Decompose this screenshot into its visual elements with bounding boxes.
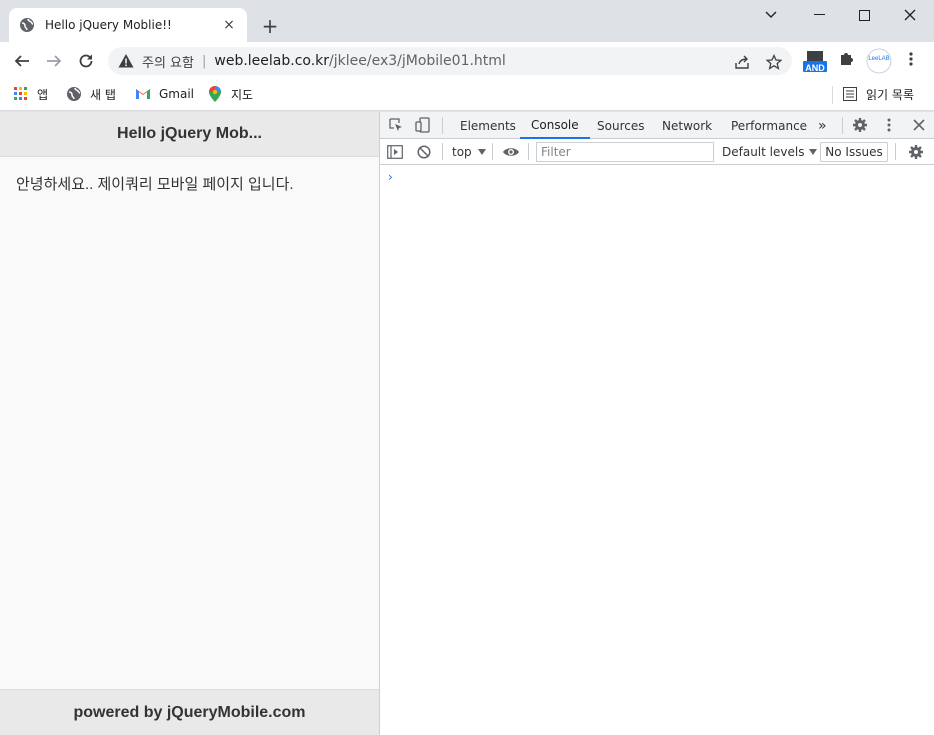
- page-header-title: Hello jQuery Mob...: [117, 125, 262, 142]
- devtools-tabbar: Elements Console Sources Network Perform…: [380, 112, 934, 139]
- page-footer: powered by jQueryMobile.com: [0, 689, 379, 735]
- bookmark-gmail-label: Gmail: [159, 87, 195, 101]
- menu-kebab-icon[interactable]: [906, 50, 916, 72]
- tab-performance[interactable]: Performance: [731, 112, 807, 139]
- tab-close-icon[interactable]: ×: [221, 17, 237, 33]
- tabbar-divider: [442, 117, 443, 134]
- back-arrow-icon[interactable]: [10, 49, 34, 73]
- device-toolbar-icon[interactable]: [414, 116, 432, 134]
- tab-console[interactable]: Console: [520, 112, 590, 139]
- and-extension-icon[interactable]: AND: [802, 48, 828, 78]
- issues-button[interactable]: No Issues: [820, 142, 888, 162]
- context-label: top: [452, 145, 472, 159]
- live-expression-eye-icon[interactable]: [502, 143, 520, 161]
- console-divider: [442, 143, 443, 160]
- context-selector[interactable]: top: [452, 143, 486, 161]
- sidebar-toggle-icon[interactable]: [387, 143, 403, 161]
- bookmark-maps[interactable]: 지도: [207, 84, 253, 104]
- filter-input[interactable]: Filter: [536, 142, 714, 162]
- clear-console-icon[interactable]: [417, 143, 431, 161]
- profile-avatar[interactable]: LeeLAB: [866, 48, 892, 78]
- url-host: web.leelab.co.kr: [214, 53, 330, 69]
- inspect-element-icon[interactable]: [387, 116, 405, 134]
- page-footer-text: powered by jQueryMobile.com: [73, 703, 306, 721]
- url-path: /jklee/ex3/jMobile01.html: [329, 53, 506, 69]
- devtools-panel: Elements Console Sources Network Perform…: [380, 112, 934, 735]
- reading-list-icon: [842, 86, 858, 102]
- bookmark-new-tab[interactable]: 새 탭: [66, 84, 116, 104]
- bookmark-apps-label: 앱: [37, 87, 49, 102]
- issues-label: No Issues: [825, 145, 883, 159]
- warning-icon[interactable]: [118, 53, 134, 69]
- console-toolbar: top Filter Default levels No Issues: [380, 139, 934, 165]
- filter-placeholder: Filter: [541, 145, 571, 159]
- devtools-menu-icon[interactable]: [880, 116, 898, 134]
- forward-arrow-icon[interactable]: [42, 49, 66, 73]
- tab-search-icon[interactable]: [756, 6, 786, 24]
- more-tabs-button[interactable]: »: [818, 112, 827, 139]
- bookmarks-bar: 앱 새 탭 Gmail 지도 읽기 목록: [0, 80, 934, 111]
- log-levels-label: Default levels: [722, 145, 805, 159]
- share-icon[interactable]: [733, 53, 751, 71]
- maps-pin-icon: [207, 86, 223, 102]
- apps-grid-icon: [13, 86, 29, 102]
- tab-sources[interactable]: Sources: [597, 112, 644, 139]
- console-divider-2: [492, 143, 493, 160]
- globe-icon: [19, 17, 35, 33]
- bookmark-maps-label: 지도: [231, 87, 254, 102]
- reading-list[interactable]: 읽기 목록: [842, 84, 914, 104]
- extensions-puzzle-icon[interactable]: [838, 50, 856, 72]
- console-divider-3: [528, 143, 529, 160]
- bookmarks-divider: [832, 86, 833, 104]
- tab-elements[interactable]: Elements: [460, 112, 516, 139]
- page-content-text: 안녕하세요.. 제이쿼리 모바일 페이지 입니다.: [16, 176, 294, 193]
- close-window-icon[interactable]: [895, 6, 925, 24]
- tabbar-divider-2: [842, 117, 843, 134]
- browser-tab[interactable]: Hello jQuery Moblie!! ×: [9, 8, 247, 42]
- reload-icon[interactable]: [74, 49, 98, 73]
- console-settings-gear-icon[interactable]: [908, 143, 924, 161]
- maximize-icon[interactable]: [849, 6, 879, 24]
- bookmark-new-tab-label: 새 탭: [90, 87, 116, 102]
- minimize-icon[interactable]: [804, 6, 834, 24]
- browser-toolbar: 주의 요함 | web.leelab.co.kr/jklee/ex3/jMobi…: [0, 42, 934, 80]
- page-content: 안녕하세요.. 제이쿼리 모바일 페이지 입니다.: [0, 157, 379, 210]
- tab-network[interactable]: Network: [662, 112, 712, 139]
- globe-icon: [66, 86, 82, 102]
- console-prompt[interactable]: ›: [388, 170, 393, 184]
- log-levels-dropdown[interactable]: Default levels: [722, 143, 818, 161]
- profile-avatar-label: LeeLAB: [868, 56, 890, 62]
- page-viewport: Hello jQuery Mob... 안녕하세요.. 제이쿼리 모바일 페이지…: [0, 112, 380, 735]
- bookmark-gmail[interactable]: Gmail: [135, 84, 194, 104]
- console-divider-4: [895, 143, 896, 160]
- reading-list-label: 읽기 목록: [866, 87, 914, 102]
- address-bar[interactable]: 주의 요함 | web.leelab.co.kr/jklee/ex3/jMobi…: [108, 47, 792, 75]
- bookmark-star-icon[interactable]: [765, 53, 783, 71]
- page-header: Hello jQuery Mob...: [0, 112, 379, 157]
- close-devtools-icon[interactable]: [910, 116, 928, 134]
- tab-title: Hello jQuery Moblie!!: [45, 18, 172, 32]
- title-bar: Hello jQuery Moblie!! × +: [0, 0, 934, 42]
- gmail-icon: [135, 86, 151, 102]
- security-status[interactable]: 주의 요함: [142, 52, 194, 71]
- new-tab-button[interactable]: +: [259, 14, 281, 38]
- settings-gear-icon[interactable]: [851, 116, 869, 134]
- bookmark-apps[interactable]: 앱: [13, 84, 48, 104]
- url-separator: |: [201, 53, 207, 69]
- and-extension-label: AND: [805, 63, 825, 73]
